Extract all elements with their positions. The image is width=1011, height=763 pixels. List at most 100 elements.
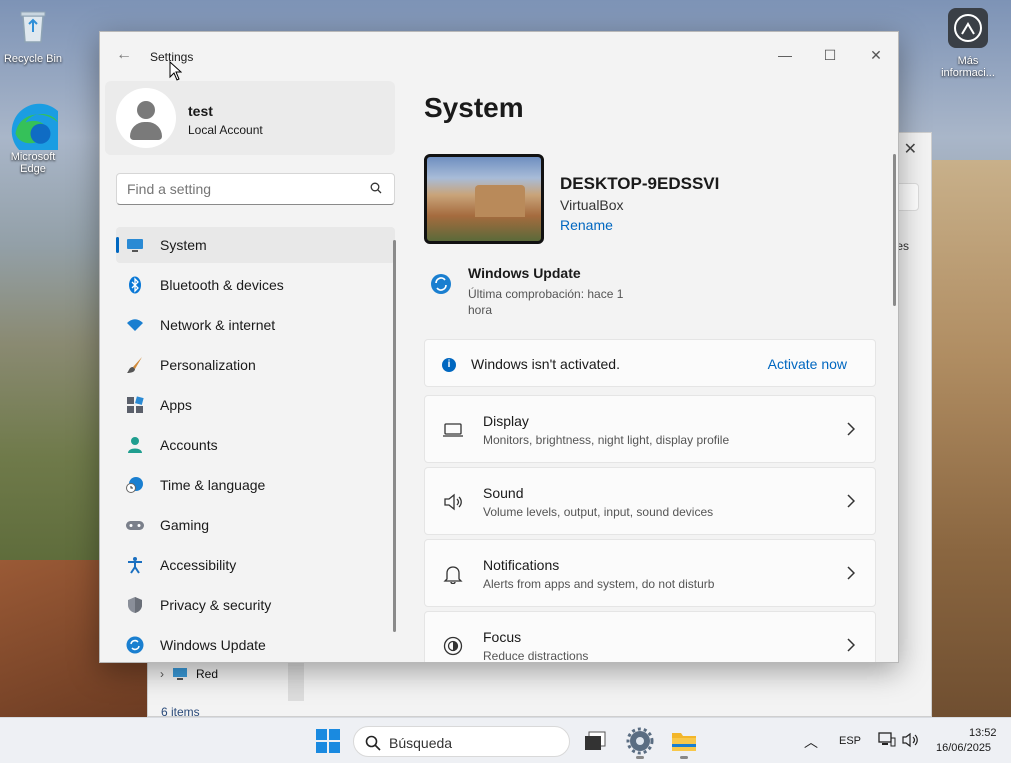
taskbar: Búsqueda ︿ ESP 13:52 16/06/2025	[0, 717, 1011, 763]
scrollbar[interactable]	[288, 663, 304, 701]
accounts-icon	[128, 437, 142, 453]
settings-card-display[interactable]: Display Monitors, brightness, night ligh…	[424, 395, 876, 463]
apps-icon	[127, 396, 144, 413]
sidebar-nav: System Bluetooth & devices Network & int…	[116, 227, 395, 662]
wifi-icon	[127, 319, 143, 331]
desktop-icon-label: Más informaci...	[941, 55, 995, 79]
chevron-right-icon	[847, 422, 855, 436]
network-icon	[173, 668, 187, 680]
running-indicator	[636, 756, 644, 759]
mouse-cursor-icon	[169, 61, 182, 81]
sidebar-scrollbar[interactable]	[393, 240, 396, 632]
display-icon	[443, 423, 463, 437]
sidebar-item-network[interactable]: Network & internet	[116, 307, 395, 343]
card-subtitle: Alerts from apps and system, do not dist…	[483, 577, 715, 591]
search-icon[interactable]	[370, 182, 382, 194]
bluetooth-icon	[129, 276, 141, 294]
focus-icon	[443, 636, 463, 656]
desktop-icon-recycle-bin[interactable]: Recycle Bin	[0, 6, 66, 65]
activation-banner: i Windows isn't activated. Activate now	[424, 339, 876, 387]
activate-now-button[interactable]: Activate now	[768, 356, 847, 372]
sidebar-item-label: Bluetooth & devices	[160, 277, 284, 293]
device-wallpaper-thumbnail[interactable]	[424, 154, 544, 244]
account-type: Local Account	[188, 123, 263, 137]
card-subtitle: Monitors, brightness, night light, displ…	[483, 433, 730, 447]
speaker-icon	[444, 493, 462, 511]
windows-update-icon[interactable]	[430, 273, 452, 295]
sidebar-item-personalization[interactable]: Personalization	[116, 347, 395, 383]
page-title: System	[424, 92, 524, 123]
device-model: VirtualBox	[560, 197, 624, 213]
sidebar-item-accessibility[interactable]: Accessibility	[116, 547, 395, 583]
sidebar-item-label: Windows Update	[160, 637, 266, 653]
info-icon: i	[442, 358, 456, 372]
chevron-right-icon[interactable]: ›	[160, 667, 164, 681]
minimize-button[interactable]: —	[762, 40, 808, 70]
settings-card-notifications[interactable]: Notifications Alerts from apps and syste…	[424, 539, 876, 607]
sidebar-item-time-language[interactable]: Time & language	[116, 467, 395, 503]
globe-clock-icon	[126, 477, 143, 493]
rename-link[interactable]: Rename	[560, 217, 613, 233]
clock-time[interactable]: 13:52	[969, 727, 997, 739]
sidebar-item-privacy-security[interactable]: Privacy & security	[116, 587, 395, 623]
card-title: Focus	[483, 629, 522, 645]
brush-icon	[127, 357, 142, 373]
back-arrow-icon[interactable]: ←	[116, 46, 132, 64]
edge-icon	[11, 103, 67, 159]
clock-date[interactable]: 16/06/2025	[936, 742, 991, 754]
settings-card-focus[interactable]: Focus Reduce distractions	[424, 611, 876, 663]
windows-update-title[interactable]: Windows Update	[468, 265, 581, 281]
nav-item-label: Red	[196, 667, 219, 681]
windows-update-status: Última comprobación: hace 1 hora	[468, 287, 624, 317]
bell-icon	[443, 566, 463, 584]
desktop-icon-label: Microsoft Edge	[10, 151, 56, 175]
desktop-icon-edge[interactable]: Microsoft Edge	[0, 100, 67, 175]
sidebar-item-label: Personalization	[160, 357, 256, 373]
sidebar-item-label: Apps	[160, 397, 192, 413]
language-indicator[interactable]: ESP	[839, 735, 861, 747]
recycle-bin-icon	[20, 11, 46, 43]
sidebar-item-system[interactable]: System	[116, 227, 395, 263]
folder-icon	[672, 733, 696, 751]
sidebar-item-accounts[interactable]: Accounts	[116, 427, 395, 463]
sidebar-item-label: Privacy & security	[160, 597, 272, 613]
thumbnail-scene	[475, 185, 525, 217]
taskbar-settings-app[interactable]	[626, 727, 654, 759]
activation-message: Windows isn't activated.	[471, 356, 620, 372]
desktop-icon-label: Recycle Bin	[3, 53, 63, 65]
task-view-icon[interactable]	[582, 727, 610, 755]
close-button[interactable]: ✕	[853, 40, 898, 70]
running-indicator	[680, 756, 688, 759]
settings-card-sound[interactable]: Sound Volume levels, output, input, soun…	[424, 467, 876, 535]
search-icon	[365, 735, 381, 751]
settings-window[interactable]: ← Settings — ☐ ✕ test Local Account Syst…	[99, 31, 899, 663]
sidebar-item-label: Time & language	[160, 477, 266, 493]
content-scrollbar[interactable]	[893, 154, 896, 306]
title-bar[interactable]: ← Settings — ☐ ✕	[100, 32, 898, 80]
sidebar-item-windows-update[interactable]: Windows Update	[116, 627, 395, 662]
system-monitor-icon	[127, 239, 143, 252]
taskbar-search[interactable]: Búsqueda	[353, 726, 570, 757]
maximize-button[interactable]: ☐	[807, 40, 853, 70]
volume-icon[interactable]	[902, 732, 920, 748]
chevron-up-icon[interactable]: ︿	[804, 732, 818, 752]
nav-item-network[interactable]: › Red	[160, 667, 218, 681]
taskbar-file-explorer[interactable]	[670, 727, 698, 759]
sidebar-item-gaming[interactable]: Gaming	[116, 507, 395, 543]
chevron-right-icon	[847, 566, 855, 580]
card-subtitle: Reduce distractions	[483, 649, 589, 663]
sidebar-item-label: Accessibility	[160, 557, 237, 573]
desktop-icon-more-info[interactable]: Más informaci...	[935, 8, 1001, 79]
info-circle-icon	[948, 8, 988, 48]
network-status-icon[interactable]	[878, 732, 896, 748]
sidebar-item-bluetooth[interactable]: Bluetooth & devices	[116, 267, 395, 303]
user-profile-card[interactable]: test Local Account	[105, 81, 395, 155]
shield-icon	[128, 597, 142, 613]
card-subtitle: Volume levels, output, input, sound devi…	[483, 505, 714, 519]
sidebar-item-label: System	[160, 237, 207, 253]
close-icon[interactable]: ✕	[904, 139, 917, 159]
find-setting-input[interactable]	[116, 173, 395, 205]
sidebar-item-apps[interactable]: Apps	[116, 387, 395, 423]
start-windows-icon[interactable]	[314, 727, 342, 755]
sidebar-item-label: Gaming	[160, 517, 210, 533]
